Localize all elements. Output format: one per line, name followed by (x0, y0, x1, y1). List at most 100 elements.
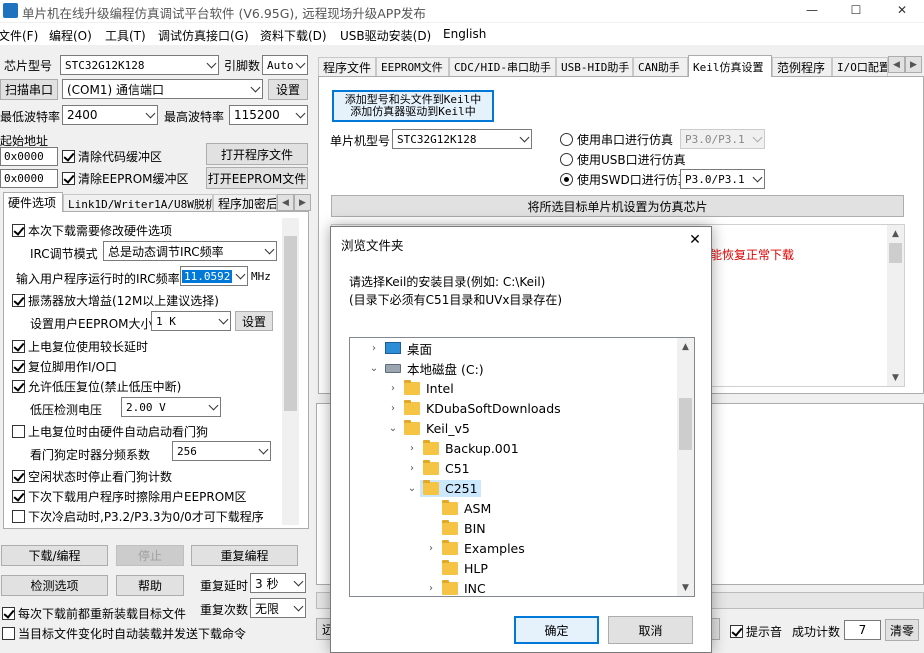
close-button[interactable]: ✕ (880, 0, 924, 22)
tree-item[interactable]: ⌄ Keil_v5 (350, 418, 676, 438)
minimize-button[interactable]: — (792, 0, 832, 22)
download-program-button[interactable]: 下载/编程 (1, 545, 108, 566)
scroll-up-icon[interactable]: ▲ (887, 225, 904, 242)
info-scrollbar[interactable]: ▲ ▼ (887, 225, 904, 386)
menu-tools[interactable]: 工具(T) (105, 27, 146, 44)
auto-watchdog-checkbox[interactable]: 上电复位时由硬件自动启动看门狗 (12, 423, 208, 440)
clear-count-button[interactable]: 清零 (885, 619, 919, 641)
chevron-right-icon[interactable]: › (404, 463, 420, 474)
irc-frequency-select[interactable]: 11.0592 (180, 266, 248, 286)
swd-simulation-radio[interactable]: 使用SWD口进行仿真 (560, 171, 690, 188)
tree-item[interactable]: › Intel (350, 378, 676, 398)
scan-port-button[interactable]: 扫描串口 (0, 79, 58, 100)
modify-hardware-options-checkbox[interactable]: 本次下载需要修改硬件选项 (12, 222, 172, 239)
menu-usb-driver[interactable]: USB驱动安装(D) (340, 27, 431, 44)
usb-simulation-radio[interactable]: 使用USB口进行仿真 (560, 151, 686, 168)
repeat-program-button[interactable]: 重复编程 (191, 545, 298, 566)
chip-type-select[interactable]: STC32G12K128 (60, 55, 219, 75)
chevron-right-icon[interactable]: › (366, 343, 382, 354)
tree-item[interactable]: › INC (350, 578, 676, 596)
scroll-down-icon[interactable]: ▼ (887, 369, 904, 386)
mcu-model-select[interactable]: STC32G12K128 (392, 129, 532, 149)
tab-eeprom-file[interactable]: EEPROM文件 (376, 57, 449, 76)
chevron-down-icon[interactable]: ⌄ (366, 363, 382, 374)
serial-pins-select[interactable]: P3.0/P3.1 (680, 129, 765, 149)
maximize-button[interactable]: ☐ (836, 0, 876, 22)
reload-target-checkbox[interactable]: 每次下载前都重新装载目标文件 (2, 605, 186, 622)
max-baud-select[interactable]: 115200 (229, 105, 308, 125)
tree-item[interactable]: › Examples (350, 538, 676, 558)
menu-program[interactable]: 编程(O) (49, 27, 92, 44)
idle-stop-watchdog-checkbox[interactable]: 空闲状态时停止看门狗计数 (12, 468, 172, 485)
info-scroll-thumb[interactable] (889, 243, 902, 263)
menu-file[interactable]: 文件(F) (0, 27, 38, 44)
chevron-right-icon[interactable]: › (385, 383, 401, 394)
repeat-delay-select[interactable]: 3 秒 (250, 573, 306, 593)
tree-item[interactable]: ⌄ C251 (350, 478, 676, 498)
cold-start-condition-checkbox[interactable]: 下次冷启动时,P3.2/P3.3为0/0才可下载程序 (12, 508, 264, 525)
folder-tree[interactable]: › 桌面 ⌄ 本地磁盘 (C:) › Intel › KDubaSoftDownloads ⌄ K… (349, 337, 695, 597)
tree-scrollbar[interactable]: ▲ ▼ (677, 338, 694, 596)
set-simulation-chip-button[interactable]: 将所选目标单片机设置为仿真芯片 (331, 195, 904, 217)
menu-downloads[interactable]: 资料下载(D) (260, 27, 327, 44)
options-scrollbar[interactable] (282, 218, 299, 525)
tree-item[interactable]: › C51 (350, 458, 676, 478)
menu-debug-interface[interactable]: 调试仿真接口(G) (158, 27, 249, 44)
eeprom-address-input[interactable]: 0x0000 (0, 169, 58, 188)
right-tab-scroll-left-button[interactable]: ◀ (888, 56, 905, 73)
open-program-file-button[interactable]: 打开程序文件 (206, 143, 308, 165)
tree-item[interactable]: ASM (350, 498, 676, 518)
min-baud-select[interactable]: 2400 (62, 105, 158, 125)
tab-program-encrypt[interactable]: 程序加密后 (213, 194, 277, 212)
long-reset-delay-checkbox[interactable]: 上电复位使用较长延时 (12, 338, 148, 355)
irc-mode-select[interactable]: 总是动态调节IRC频率 (103, 241, 277, 261)
tab-link1d-offline[interactable]: Link1D/Writer1A/U8W脱机 (63, 194, 213, 212)
oscillator-gain-checkbox[interactable]: 振荡器放大增益(12M以上建议选择) (12, 292, 219, 309)
tab-io-config[interactable]: I/O口配置 (832, 57, 888, 76)
pin-count-select[interactable]: Auto (262, 55, 308, 75)
auto-send-checkbox[interactable]: 当目标文件变化时自动装载并发送下载命令 (2, 625, 246, 642)
scroll-up-icon[interactable]: ▲ (677, 338, 694, 355)
tree-item[interactable]: › 桌面 (350, 338, 676, 358)
stop-button[interactable]: 停止 (116, 545, 184, 566)
chevron-right-icon[interactable]: › (385, 403, 401, 414)
tree-item[interactable]: HLP (350, 558, 676, 578)
reset-pin-io-checkbox[interactable]: 复位脚用作I/O口 (12, 358, 117, 375)
clear-code-buffer-checkbox[interactable]: 清除代码缓冲区 (62, 148, 162, 165)
dialog-close-icon[interactable]: ✕ (681, 232, 709, 252)
serial-simulation-radio[interactable]: 使用串口进行仿真 (560, 131, 673, 148)
swd-pins-select[interactable]: P3.0/P3.1 (680, 169, 765, 189)
tab-hardware-options[interactable]: 硬件选项 (3, 192, 63, 212)
tab-scroll-left-button[interactable]: ◀ (277, 194, 294, 211)
port-select[interactable]: (COM1) 通信端口 (62, 79, 263, 99)
tree-item[interactable]: › KDubaSoftDownloads (350, 398, 676, 418)
tree-item[interactable]: › Backup.001 (350, 438, 676, 458)
options-scroll-thumb[interactable] (284, 236, 297, 411)
open-eeprom-file-button[interactable]: 打开EEPROM文件 (206, 167, 308, 189)
menu-english[interactable]: English (443, 27, 486, 41)
detect-options-button[interactable]: 检测选项 (1, 575, 108, 596)
scroll-down-icon[interactable]: ▼ (677, 579, 694, 596)
chevron-right-icon[interactable]: › (423, 583, 439, 594)
tree-item[interactable]: ⌄ 本地磁盘 (C:) (350, 358, 676, 378)
tab-cdc-hid-serial[interactable]: CDC/HID-串口助手 (449, 57, 556, 76)
dialog-ok-button[interactable]: 确定 (514, 616, 599, 644)
tab-examples[interactable]: 范例程序 (772, 57, 832, 76)
right-tab-scroll-right-button[interactable]: ▶ (905, 56, 922, 73)
chevron-right-icon[interactable]: › (404, 443, 420, 454)
tree-item[interactable]: BIN (350, 518, 676, 538)
tab-keil-simulation[interactable]: Keil仿真设置 (688, 55, 772, 77)
eeprom-size-select[interactable]: 1 K (151, 311, 231, 331)
tab-program-file[interactable]: 程序文件 (318, 57, 376, 76)
tab-can[interactable]: CAN助手 (633, 57, 688, 76)
tab-scroll-right-button[interactable]: ▶ (294, 194, 311, 211)
watchdog-prescaler-select[interactable]: 256 (172, 441, 271, 461)
tree-scroll-thumb[interactable] (679, 398, 692, 450)
low-voltage-select[interactable]: 2.00 V (121, 397, 221, 417)
port-settings-button[interactable]: 设置 (268, 79, 308, 100)
dialog-cancel-button[interactable]: 取消 (608, 616, 693, 644)
eeprom-size-set-button[interactable]: 设置 (235, 311, 273, 331)
erase-eeprom-checkbox[interactable]: 下次下载用户程序时擦除用户EEPROM区 (12, 488, 247, 505)
code-address-input[interactable]: 0x0000 (0, 147, 58, 166)
clear-eeprom-buffer-checkbox[interactable]: 清除EEPROM缓冲区 (62, 170, 189, 187)
